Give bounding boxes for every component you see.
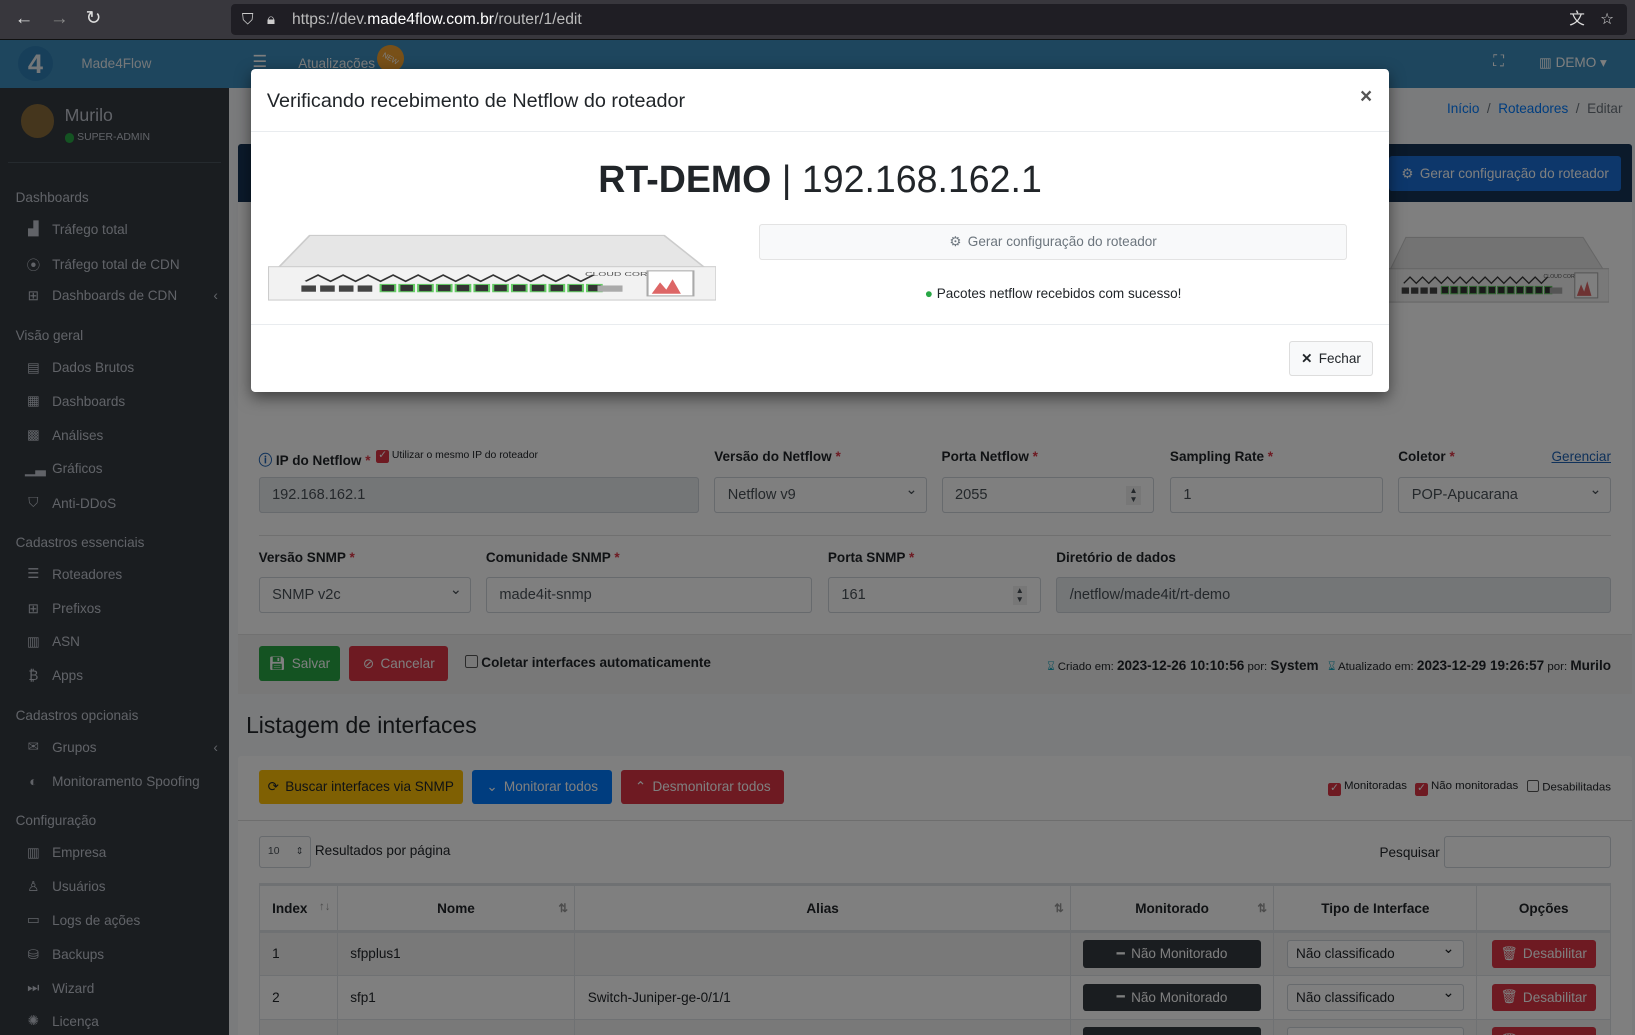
close-icon[interactable]: ×: [1360, 85, 1372, 109]
check-circle-icon: ●: [924, 285, 933, 301]
close-modal-button[interactable]: ✕ Fechar: [1288, 340, 1374, 377]
svg-text:CLOUD CORE: CLOUD CORE: [585, 272, 655, 278]
reload-icon[interactable]: ↻: [86, 7, 102, 29]
cogs-icon: ⚙: [949, 233, 962, 249]
success-message: ● Pacotes netflow recebidos com sucesso!: [924, 285, 1182, 301]
bookmark-star-icon[interactable]: ☆: [1600, 4, 1614, 35]
router-heading: RT-DEMO | 192.168.162.1: [598, 158, 1042, 201]
times-icon: ✕: [1301, 350, 1313, 366]
url-path: /router/1/edit: [494, 11, 582, 29]
divider: [251, 131, 1389, 133]
router-image: CLOUD CORE: [267, 235, 717, 301]
browser-toolbar: ← → ↻ ⛉ 🔒︎ https://dev.made4flow.com.br/…: [0, 0, 1635, 40]
url-prefix: https://dev.: [291, 11, 368, 29]
url-domain: made4flow.com.br: [367, 11, 495, 29]
translate-icon[interactable]: 文: [1569, 4, 1585, 35]
shield-icon: ⛉: [241, 11, 254, 29]
address-bar[interactable]: ⛉ 🔒︎ https://dev.made4flow.com.br/router…: [231, 4, 1627, 36]
router-name: RT-DEMO: [598, 158, 772, 201]
modal-title: Verificando recebimento de Netflow do ro…: [266, 89, 686, 112]
netflow-check-modal: Verificando recebimento de Netflow do ro…: [251, 68, 1389, 393]
lock-icon: 🔒︎: [266, 11, 276, 29]
router-ip: 192.168.162.1: [801, 158, 1042, 201]
divider: [251, 324, 1389, 326]
forward-icon[interactable]: →: [50, 7, 69, 29]
modal-generate-config-button[interactable]: ⚙ Gerar configuração do roteador: [759, 224, 1348, 260]
back-icon[interactable]: ←: [15, 7, 34, 29]
